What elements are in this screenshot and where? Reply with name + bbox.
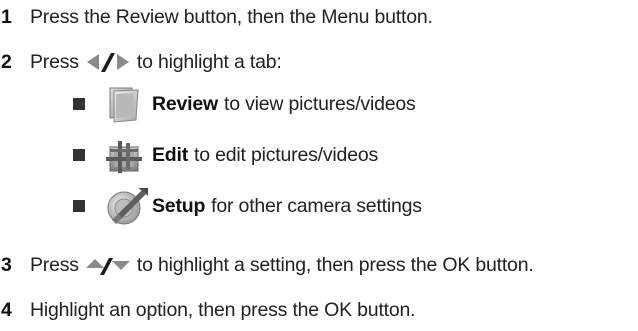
step-number: 4 — [1, 298, 12, 321]
step-text-before: Press — [30, 253, 79, 276]
tab-review-item: Review to view pictures/videos — [0, 82, 638, 126]
step-1: 1 Press the Review button, then the Menu… — [0, 2, 433, 32]
tab-setup-text: Setup for other camera settings — [152, 184, 422, 228]
tab-desc: for other camera settings — [211, 194, 422, 217]
up-down-arrows-icon — [82, 254, 134, 276]
tab-setup-item: Setup for other camera settings — [0, 184, 638, 228]
step-number: 2 — [1, 50, 12, 73]
setup-tab-icon — [104, 184, 150, 228]
step-text: Press the Review button, then the Menu b… — [30, 5, 433, 28]
tab-desc: to edit pictures/videos — [194, 143, 379, 166]
step-4: 4 Highlight an option, then press the OK… — [0, 295, 416, 325]
tab-name: Edit — [152, 143, 189, 166]
step-text: Highlight an option, then press the OK b… — [30, 298, 416, 321]
bullet-square — [73, 149, 85, 161]
step-text-after: to highlight a tab: — [136, 50, 282, 73]
step-2: 2 Press to highlight a tab: — [0, 47, 282, 77]
step-text-before: Press — [30, 50, 79, 73]
bullet-square — [73, 98, 85, 110]
left-right-arrows-icon — [82, 51, 134, 73]
step-number: 1 — [1, 5, 12, 28]
tab-edit-text: Edit to edit pictures/videos — [152, 133, 378, 177]
step-text-after: to highlight a setting, then press the O… — [136, 253, 534, 276]
bullet-square — [73, 200, 85, 212]
tab-review-text: Review to view pictures/videos — [152, 82, 416, 126]
step-3: 3 Press to highlight a setting, then pre… — [0, 250, 534, 280]
tab-name: Setup — [152, 194, 206, 217]
step-number: 3 — [1, 253, 12, 276]
tab-edit-item: Edit to edit pictures/videos — [0, 133, 638, 177]
edit-tab-icon — [100, 133, 146, 177]
review-tab-icon — [100, 82, 146, 126]
tab-desc: to view pictures/videos — [224, 92, 416, 115]
tab-name: Review — [152, 92, 219, 115]
